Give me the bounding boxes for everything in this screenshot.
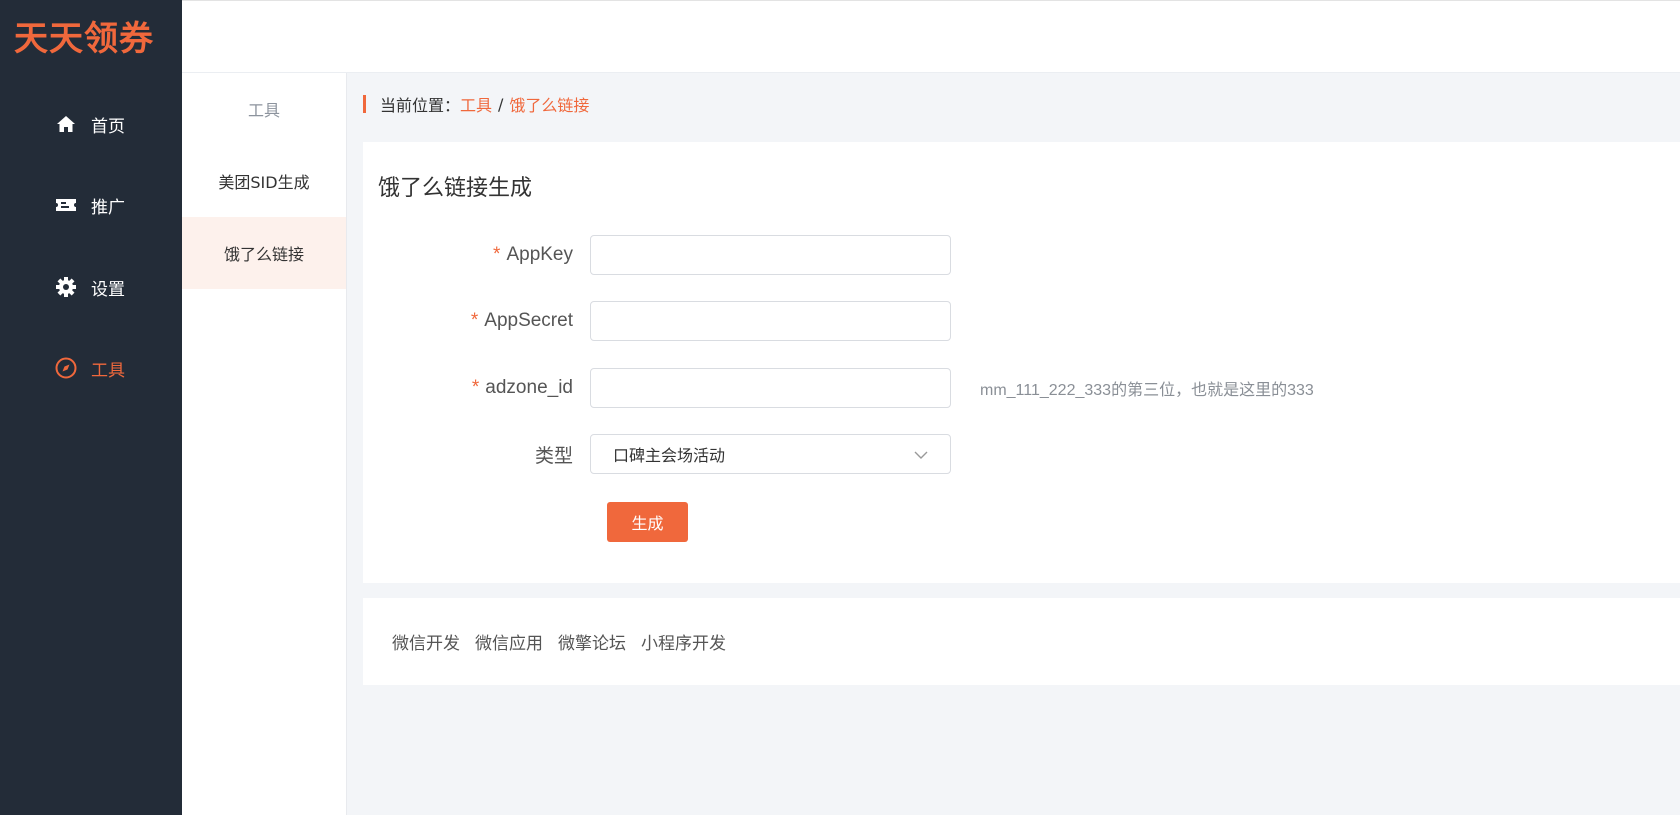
appsecret-label: * AppSecret [363, 310, 590, 332]
type-label: 类型 [534, 445, 573, 467]
form-row-adzone: * adzone_id mm_111_222_333的第三位，也就是这里的333 [363, 368, 1363, 408]
breadcrumb-link-tools[interactable]: 工具 [460, 92, 492, 116]
footer-link-miniprogram-dev[interactable]: 小程序开发 [641, 629, 726, 654]
form-row-appkey: * AppKey [363, 235, 1363, 275]
breadcrumb-current: 饿了么链接 [509, 96, 590, 115]
subnav-item-eleme-link[interactable]: 饿了么链接 [182, 217, 346, 289]
sidebar-item-home[interactable]: 首页 [0, 104, 182, 144]
adzone-id-input[interactable] [590, 368, 951, 408]
appsecret-label-text: AppSecret [484, 310, 573, 331]
breadcrumb: 当前位置： 工具 / 饿了么链接 [363, 93, 589, 115]
subnav-item-meituan-sid[interactable]: 美团SID生成 [182, 145, 346, 217]
sidebar-item-settings[interactable]: 设置 [0, 267, 182, 307]
appkey-label: * AppKey [363, 244, 590, 266]
footer-link-wechat-dev[interactable]: 微信开发 [392, 629, 460, 654]
required-mark: * [493, 244, 501, 265]
sidebar-item-label: 设置 [91, 279, 125, 300]
sidebar-item-label: 推广 [91, 197, 125, 218]
type-select-value: 口碑主会场活动 [613, 446, 726, 465]
sidebar-item-promote[interactable]: 推广 [0, 185, 182, 225]
form-row-appsecret: * AppSecret [363, 301, 1363, 341]
adzone-label-text: adzone_id [485, 377, 573, 398]
required-mark: * [470, 310, 479, 331]
page-title: 饿了么链接生成 [378, 176, 533, 201]
appkey-label-text: AppKey [506, 244, 573, 265]
secondary-sidebar: 工具 美团SID生成 饿了么链接 [182, 73, 347, 815]
ticket-icon [55, 194, 77, 216]
compass-icon [55, 357, 77, 379]
breadcrumb-accent-bar [363, 95, 366, 113]
chevron-down-icon [914, 445, 928, 464]
sidebar-item-label: 首页 [91, 116, 125, 137]
breadcrumb-prefix: 当前位置： [380, 96, 461, 115]
breadcrumb-separator: / [498, 94, 504, 114]
sidebar-item-label: 工具 [91, 360, 125, 381]
form-row-type: 类型 口碑主会场活动 [363, 434, 1363, 474]
brand-logo[interactable]: 天天领券 [0, 0, 182, 70]
top-header [182, 0, 1680, 73]
sidebar-item-tools[interactable]: 工具 [0, 348, 182, 388]
home-icon [55, 113, 77, 135]
adzone-label: * adzone_id [363, 377, 590, 399]
form-card: 饿了么链接生成 * AppKey * AppSecret * adzone_id mm… [363, 142, 1680, 583]
subnav-title: 工具 [247, 101, 280, 120]
main-sidebar: 天天领券 首页 推广 设置 工具 [0, 0, 182, 815]
appsecret-input[interactable] [590, 301, 951, 341]
footer-links: 微信开发 微信应用 微擎论坛 小程序开发 [363, 598, 1680, 685]
footer-link-we7-forum[interactable]: 微擎论坛 [558, 629, 626, 654]
required-mark: * [471, 377, 480, 398]
footer-link-wechat-apps[interactable]: 微信应用 [475, 629, 543, 654]
appkey-input[interactable] [590, 235, 951, 275]
adzone-hint: mm_111_222_333的第三位，也就是这里的333 [980, 382, 1314, 399]
generate-button[interactable]: 生成 [607, 502, 688, 542]
type-select[interactable]: 口碑主会场活动 [590, 434, 951, 474]
gear-icon [55, 276, 77, 298]
